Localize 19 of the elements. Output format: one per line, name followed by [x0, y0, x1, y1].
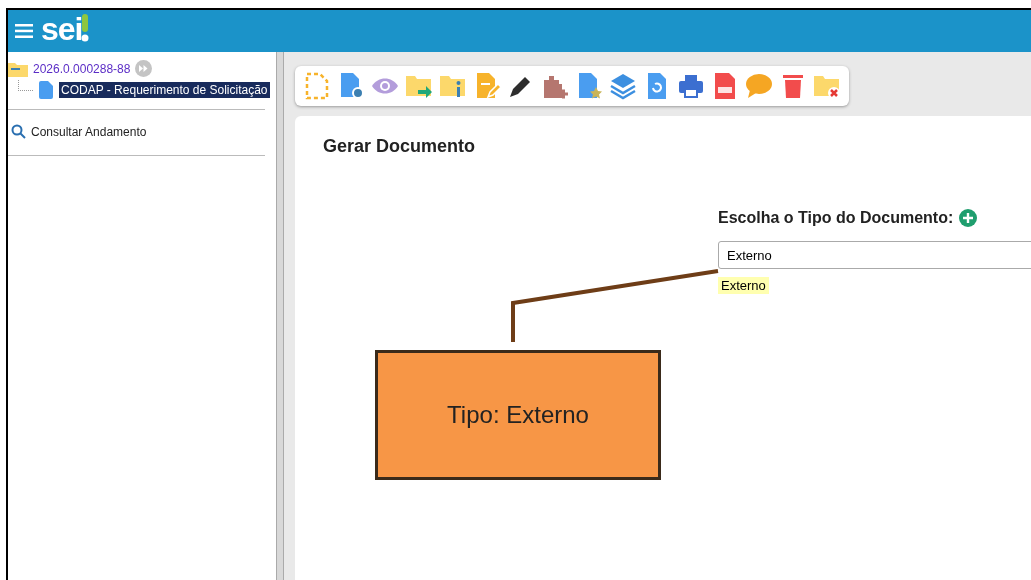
- layers-icon[interactable]: [609, 72, 637, 100]
- sidebar-link[interactable]: Consultar Andamento: [31, 124, 147, 139]
- document-type-field[interactable]: Externo: [718, 241, 1031, 269]
- callout-box: Tipo: Externo: [375, 350, 661, 480]
- page-title: Gerar Documento: [323, 136, 477, 157]
- menu-icon[interactable]: [15, 24, 33, 38]
- field-label: Escolha o Tipo do Documento:: [718, 209, 954, 227]
- fast-forward-icon[interactable]: [135, 60, 153, 77]
- logo-mark-icon: [81, 14, 90, 42]
- folder-icon: [8, 60, 28, 77]
- document-link[interactable]: CODAP - Requerimento de Solicitação: [59, 82, 270, 98]
- speech-bubble-icon[interactable]: [745, 72, 773, 100]
- search-icon: [11, 124, 26, 139]
- suggestion-item[interactable]: Externo: [718, 277, 769, 294]
- process-link[interactable]: 2026.0.000288-88: [33, 61, 131, 76]
- add-icon[interactable]: [959, 209, 978, 227]
- printer-icon[interactable]: [677, 72, 705, 100]
- new-document-icon[interactable]: [303, 72, 331, 100]
- document-icon: [39, 81, 53, 99]
